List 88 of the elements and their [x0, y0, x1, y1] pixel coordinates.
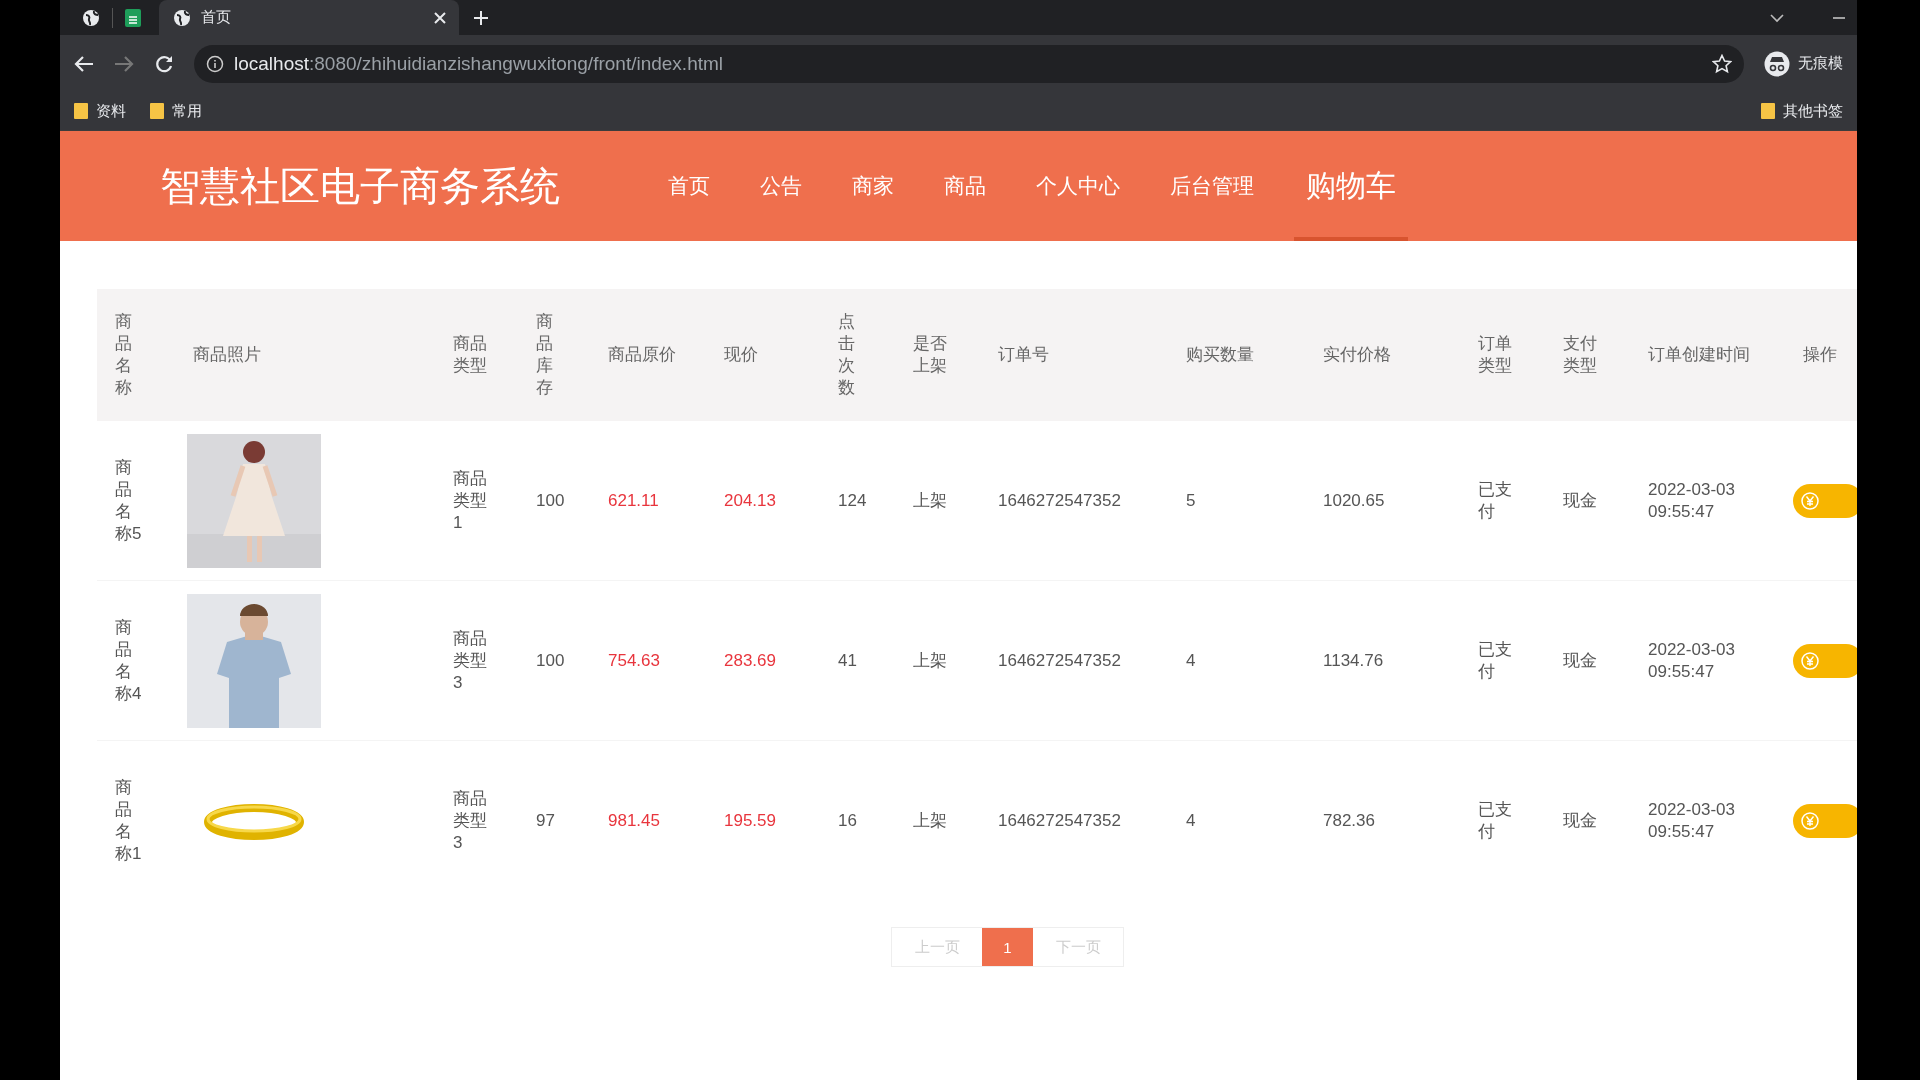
column-header: 现价 — [706, 289, 820, 421]
table-cell: 现金 — [1545, 421, 1630, 581]
nav-link[interactable]: 商品 — [919, 131, 1011, 241]
table-cell: 2022-03-03 09:55:47 — [1630, 580, 1785, 741]
spreadsheet-icon[interactable] — [125, 8, 141, 27]
column-header: 商品库存 — [518, 289, 590, 421]
close-icon[interactable] — [433, 10, 447, 25]
new-tab-icon[interactable] — [473, 9, 489, 26]
table-cell: 1646272547352 — [980, 740, 1168, 900]
bookmark[interactable]: 资料 — [96, 101, 126, 121]
table-cell: 商品名称1 — [97, 740, 175, 900]
table-cell: 商品类型3 — [435, 580, 518, 741]
table-cell: 100 — [518, 421, 590, 581]
column-header: 订单号 — [980, 289, 1168, 421]
column-header: 点击次数 — [820, 289, 895, 421]
incognito-icon[interactable] — [1764, 50, 1790, 77]
table-cell: 16 — [820, 740, 895, 900]
column-header: 购买数量 — [1168, 289, 1305, 421]
star-icon[interactable] — [1712, 53, 1732, 74]
profile-label[interactable]: 无痕模 — [1798, 54, 1843, 73]
info-icon[interactable] — [206, 54, 224, 73]
table-cell: 上架 — [895, 580, 980, 741]
bookmark[interactable]: 常用 — [172, 101, 202, 121]
nav-link[interactable]: 首页 — [643, 131, 735, 241]
table-cell: 现金 — [1545, 580, 1630, 741]
bookmark[interactable]: 其他书签 — [1783, 101, 1843, 121]
table-cell: 754.63 — [590, 580, 706, 741]
nav-link[interactable]: 商家 — [827, 131, 919, 241]
table-cell: 97 — [518, 740, 590, 900]
table-cell: 124 — [820, 421, 895, 581]
table-cell: 2022-03-03 09:55:47 — [1630, 740, 1785, 900]
table-cell: 41 — [820, 580, 895, 741]
column-header: 商品名称 — [97, 289, 175, 421]
table-cell: 195.59 — [706, 740, 820, 900]
reload-icon[interactable] — [154, 53, 174, 74]
bookmark-folder-icon — [74, 103, 88, 119]
nav-link[interactable]: 公告 — [735, 131, 827, 241]
nav-link[interactable]: 购物车 — [1294, 131, 1408, 241]
column-header: 支付类型 — [1545, 289, 1630, 421]
bookmark-folder-icon — [1761, 103, 1775, 119]
browser-tab[interactable]: 首页 — [159, 0, 459, 35]
table-cell: 上架 — [895, 421, 980, 581]
column-header: 商品类型 — [435, 289, 518, 421]
globe-icon — [82, 8, 100, 27]
column-header: 操作 — [1785, 289, 1857, 421]
table-cell: 4 — [1168, 580, 1305, 741]
table-cell: 5 — [1168, 421, 1305, 581]
table-cell: 981.45 — [590, 740, 706, 900]
table-cell: 商品类型3 — [435, 740, 518, 900]
table-cell: 100 — [518, 580, 590, 741]
yen-icon — [1801, 651, 1819, 670]
table-cell: 现金 — [1545, 740, 1630, 900]
table-cell: 已支付 — [1460, 740, 1545, 900]
site-title: 智慧社区电子商务系统 — [160, 162, 561, 210]
table-cell: 商品名称4 — [97, 580, 175, 741]
yen-icon — [1801, 811, 1819, 830]
table-cell: 1646272547352 — [980, 421, 1168, 581]
table-cell: 商品名称5 — [97, 421, 175, 581]
table-cell: 283.69 — [706, 580, 820, 741]
table-cell: 商品类型1 — [435, 421, 518, 581]
table-cell: 621.11 — [590, 421, 706, 581]
forward-icon[interactable] — [114, 54, 134, 73]
column-header: 订单创建时间 — [1630, 289, 1785, 421]
column-header: 实付价格 — [1305, 289, 1460, 421]
nav-link[interactable]: 后台管理 — [1145, 131, 1279, 241]
url-text: localhost:8080/zhihuidianzishangwuxitong/front/index.html — [234, 52, 724, 75]
column-header: 是否上架 — [895, 289, 980, 421]
table-cell: 已支付 — [1460, 421, 1545, 581]
yen-icon — [1801, 491, 1819, 510]
back-icon[interactable] — [74, 54, 94, 73]
table-cell: 上架 — [895, 740, 980, 900]
address-bar[interactable]: localhost:8080/zhihuidianzishangwuxitong/front/index.html — [194, 44, 1744, 83]
table-cell: 4 — [1168, 740, 1305, 900]
table-cell: 2022-03-03 09:55:47 — [1630, 421, 1785, 581]
nav-link[interactable]: 个人中心 — [1011, 131, 1145, 241]
table-cell: 1020.65 — [1305, 421, 1460, 581]
table-cell: 1646272547352 — [980, 580, 1168, 741]
chevron-down-icon[interactable] — [1769, 12, 1785, 23]
column-header: 商品照片 — [175, 289, 435, 421]
table-cell: 782.36 — [1305, 740, 1460, 900]
page-button[interactable]: 1 — [982, 928, 1033, 966]
table-cell: 1134.76 — [1305, 580, 1460, 741]
table-cell: 204.13 — [706, 421, 820, 581]
globe-icon — [173, 8, 191, 27]
table-cell: 已支付 — [1460, 580, 1545, 741]
bookmark-folder-icon — [150, 103, 164, 119]
column-header: 订单类型 — [1460, 289, 1545, 421]
column-header: 商品原价 — [590, 289, 706, 421]
